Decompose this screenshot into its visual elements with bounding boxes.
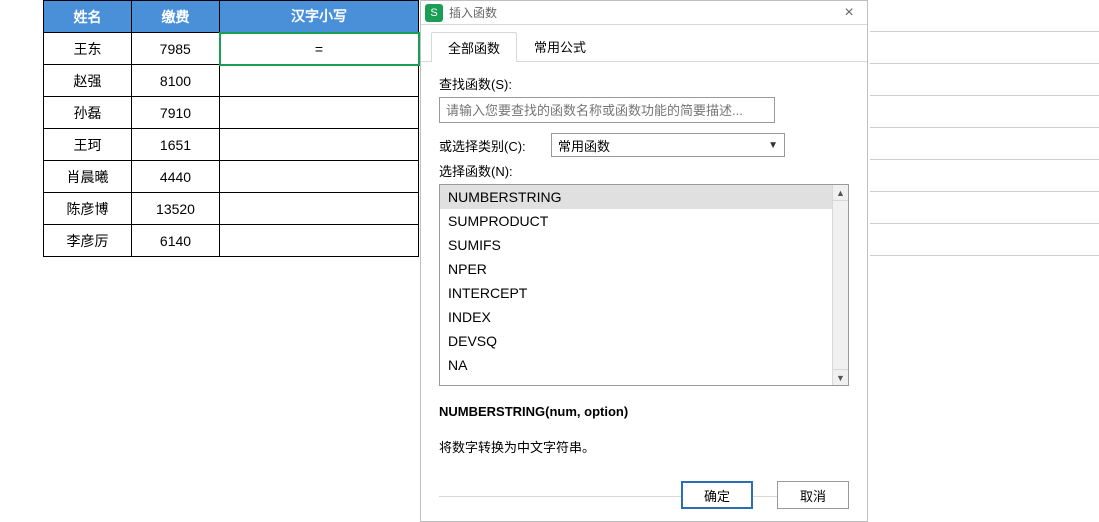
list-item[interactable]: INDEX [440, 305, 832, 329]
cell-name[interactable]: 李彦厉 [44, 225, 132, 257]
category-value: 常用函数 [558, 136, 610, 155]
search-label: 查找函数(S): [439, 74, 849, 93]
cell-name[interactable]: 王东 [44, 33, 132, 65]
dialog-title: 插入函数 [449, 4, 835, 21]
list-label: 选择函数(N): [439, 161, 849, 180]
table-row[interactable]: 王珂 1651 [44, 129, 419, 161]
dialog-buttons: 确定 取消 [681, 481, 849, 509]
list-item[interactable]: NPER [440, 257, 832, 281]
cell-name[interactable]: 孙磊 [44, 97, 132, 129]
table-row[interactable]: 赵强 8100 [44, 65, 419, 97]
scroll-up-icon[interactable]: ▲ [833, 185, 848, 201]
category-label: 或选择类别(C): [439, 136, 539, 155]
table-row[interactable]: 王东 7985 = [44, 33, 419, 65]
cell-fee[interactable]: 13520 [132, 193, 220, 225]
cell-cn-active[interactable]: = [220, 33, 419, 65]
cell-name[interactable]: 赵强 [44, 65, 132, 97]
table-row[interactable]: 李彦厉 6140 [44, 225, 419, 257]
header-name: 姓名 [44, 1, 132, 33]
search-input[interactable] [439, 97, 775, 123]
cell-cn[interactable] [220, 225, 419, 257]
app-icon: S [425, 4, 443, 22]
list-item[interactable]: SUMPRODUCT [440, 209, 832, 233]
cell-fee[interactable]: 7985 [132, 33, 220, 65]
cancel-button[interactable]: 取消 [777, 481, 849, 509]
function-signature: NUMBERSTRING(num, option) [439, 404, 849, 419]
list-item[interactable]: SUMIFS [440, 233, 832, 257]
tab-common-formulas[interactable]: 常用公式 [517, 31, 603, 61]
table-row[interactable]: 陈彦博 13520 [44, 193, 419, 225]
function-description: 将数字转换为中文字符串。 [439, 437, 849, 456]
cell-name[interactable]: 陈彦博 [44, 193, 132, 225]
list-item[interactable]: INTERCEPT [440, 281, 832, 305]
close-icon[interactable]: × [835, 2, 863, 24]
header-fee: 缴费 [132, 1, 220, 33]
cell-fee[interactable]: 8100 [132, 65, 220, 97]
tab-all-functions[interactable]: 全部函数 [431, 32, 517, 62]
gridlines [870, 0, 1099, 256]
cell-name[interactable]: 王珂 [44, 129, 132, 161]
ok-button[interactable]: 确定 [681, 481, 753, 509]
chevron-down-icon: ▼ [768, 140, 778, 151]
cell-fee[interactable]: 4440 [132, 161, 220, 193]
cell-fee[interactable]: 6140 [132, 225, 220, 257]
cell-cn[interactable] [220, 193, 419, 225]
scroll-down-icon[interactable]: ▼ [833, 369, 848, 385]
list-item[interactable]: NUMBERSTRING [440, 185, 832, 209]
dialog-titlebar[interactable]: S 插入函数 × [421, 1, 867, 25]
function-listbox[interactable]: NUMBERSTRING SUMPRODUCT SUMIFS NPER INTE… [439, 184, 849, 386]
cell-cn[interactable] [220, 129, 419, 161]
list-item[interactable]: NA [440, 353, 832, 377]
cell-name[interactable]: 肖晨曦 [44, 161, 132, 193]
dialog-body: 查找函数(S): 或选择类别(C): 常用函数 ▼ 选择函数(N): NUMBE… [421, 62, 867, 497]
spreadsheet-table: 姓名 缴费 汉字小写 王东 7985 = 赵强 8100 孙磊 7910 王珂 … [43, 0, 420, 257]
scrollbar[interactable]: ▲ ▼ [832, 185, 848, 385]
cell-cn[interactable] [220, 161, 419, 193]
cell-cn[interactable] [220, 97, 419, 129]
table-row[interactable]: 孙磊 7910 [44, 97, 419, 129]
dialog-tabs: 全部函数 常用公式 [421, 25, 867, 62]
header-cn: 汉字小写 [220, 1, 419, 33]
cell-fee[interactable]: 7910 [132, 97, 220, 129]
insert-function-dialog: S 插入函数 × 全部函数 常用公式 查找函数(S): 或选择类别(C): 常用… [420, 0, 868, 522]
cell-cn[interactable] [220, 65, 419, 97]
table-body: 王东 7985 = 赵强 8100 孙磊 7910 王珂 1651 肖晨曦 44… [44, 33, 419, 257]
table-row[interactable]: 肖晨曦 4440 [44, 161, 419, 193]
category-select[interactable]: 常用函数 ▼ [551, 133, 785, 157]
cell-fee[interactable]: 1651 [132, 129, 220, 161]
list-item[interactable]: DEVSQ [440, 329, 832, 353]
